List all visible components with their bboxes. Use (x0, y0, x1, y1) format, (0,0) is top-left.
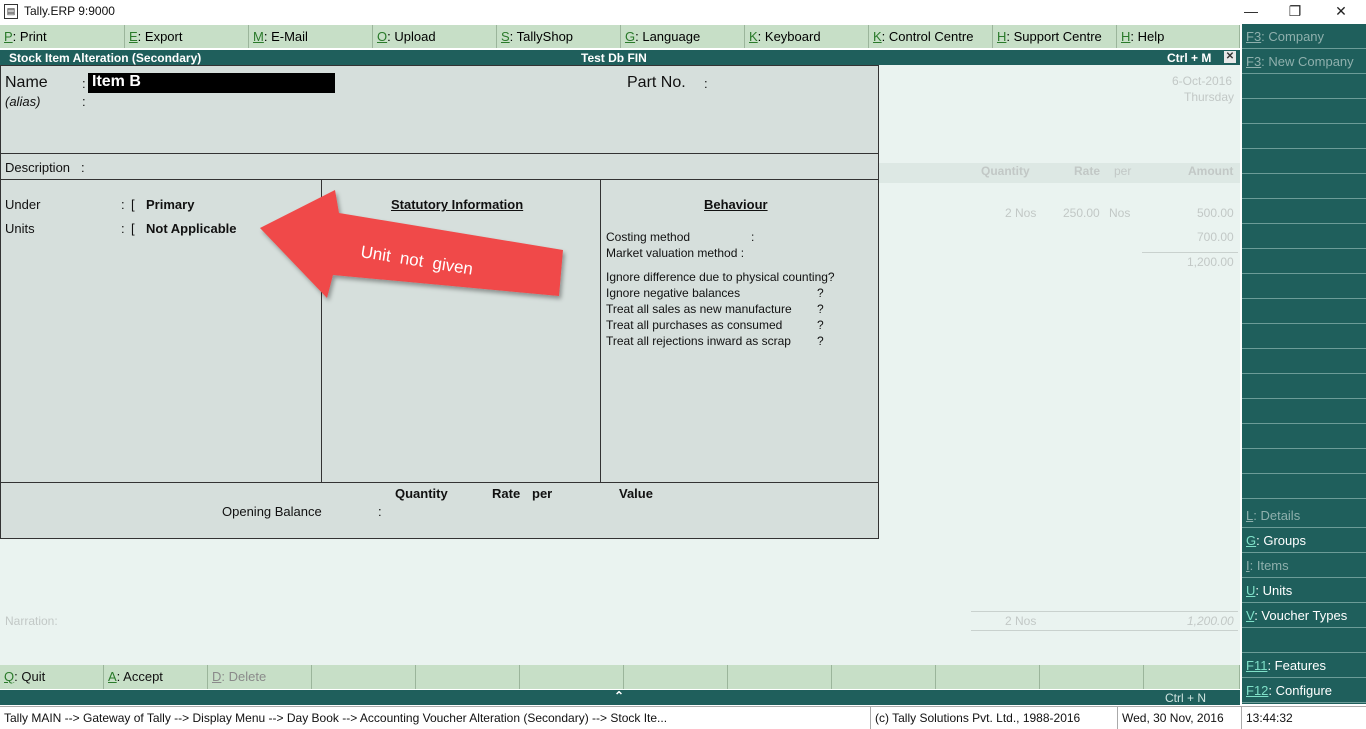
rate-header: Rate (492, 486, 521, 501)
restore-button[interactable]: ❐ (1272, 0, 1318, 24)
behaviour-sales-manufacture: Treat all sales as new manufacture (606, 302, 792, 316)
minimize-button[interactable]: — (1228, 0, 1274, 24)
under-value[interactable]: Primary (146, 197, 194, 212)
close-icon[interactable]: ✕ (1224, 51, 1236, 63)
delete-button[interactable]: D: Delete (208, 665, 312, 689)
features-button[interactable]: F11: Features (1242, 654, 1366, 678)
details-button[interactable]: L: Details (1242, 504, 1366, 528)
status-date: Wed, 30 Nov, 2016 (1118, 707, 1242, 729)
items-button[interactable]: I: Items (1242, 554, 1366, 578)
bottom-strip: ⌃ Ctrl + N (0, 689, 1240, 705)
footer-quantity: 2 Nos (1005, 614, 1037, 628)
description-label: Description (5, 160, 71, 175)
quantity-header: Quantity (395, 486, 448, 501)
units-cursor: [ (131, 221, 135, 236)
row-rate: 250.00 (1063, 206, 1100, 220)
behaviour-rejections-scrap: Treat all rejections inward as scrap (606, 334, 791, 348)
voucher-date: 6-Oct-2016 (1172, 74, 1233, 88)
email-button[interactable]: M: E-Mail (249, 25, 373, 48)
part-no-label: Part No. (627, 74, 686, 91)
behaviour-title: Behaviour (704, 197, 768, 212)
help-button[interactable]: H: Help (1117, 25, 1240, 48)
opening-balance-label: Opening Balance (222, 504, 322, 519)
screen-header: Stock Item Alteration (Secondary) Test D… (0, 50, 1240, 65)
behaviour-ignore-difference: Ignore difference due to physical counti… (606, 270, 835, 284)
col-rate: Rate (1074, 164, 1101, 178)
value-header: Value (619, 486, 653, 501)
app-icon: ▤ (4, 4, 18, 19)
configure-button[interactable]: F12: Configure (1242, 679, 1366, 703)
row-amount-2: 700.00 (1197, 230, 1234, 244)
annotation-arrow: Unit not given (260, 190, 563, 298)
bottom-button-bar: Q: Quit A: Accept D: Delete (0, 665, 1240, 689)
quit-button[interactable]: Q: Quit (0, 665, 104, 689)
export-button[interactable]: E: Export (125, 25, 249, 48)
bottom-shortcut: Ctrl + N (1165, 691, 1207, 705)
close-window-button[interactable]: ✕ (1318, 0, 1364, 24)
status-time: 13:44:32 (1246, 711, 1293, 725)
accept-button[interactable]: A: Accept (104, 665, 208, 689)
units-value[interactable]: Not Applicable (146, 221, 237, 236)
row-quantity: 2 Nos (1005, 206, 1037, 220)
behaviour-costing-method: Costing method (606, 230, 691, 244)
top-button-bar: P: Print E: Export M: E-Mail O: Upload S… (0, 25, 1240, 48)
units-label: Units (5, 221, 35, 236)
per-header: per (532, 486, 553, 501)
units-button[interactable]: U: Units (1242, 579, 1366, 603)
tallyshop-button[interactable]: S: TallyShop (497, 25, 621, 48)
under-cursor: [ (131, 197, 135, 212)
keyboard-button[interactable]: K: Keyboard (745, 25, 869, 48)
behaviour-ignore-negative: Ignore negative balances (606, 286, 741, 300)
language-button[interactable]: G: Language (621, 25, 745, 48)
row-unit: Nos (1109, 206, 1131, 220)
behaviour-purchases-consumed: Treat all purchases as consumed (606, 318, 783, 332)
groups-button[interactable]: G: Groups (1242, 529, 1366, 553)
navigation-path: Tally MAIN --> Gateway of Tally --> Disp… (0, 707, 871, 729)
copyright: (c) Tally Solutions Pvt. Ltd., 1988-2016 (871, 707, 1118, 729)
alias-label: (alias) (5, 94, 41, 109)
new-company-button[interactable]: F3: New Company (1242, 50, 1366, 74)
control-centre-button[interactable]: K: Control Centre (869, 25, 993, 48)
footer-total: 1,200.00 (1187, 614, 1234, 628)
row-amount: 500.00 (1197, 206, 1234, 220)
right-button-panel: F3: Company F3: New Company L: Details G… (1242, 24, 1366, 704)
name-input[interactable]: Item B (88, 73, 335, 93)
voucher-types-button[interactable]: V: Voucher Types (1242, 604, 1366, 628)
col-amount: Amount (1188, 164, 1234, 178)
print-button[interactable]: P: Print (0, 25, 125, 48)
company-name: Test Db FIN (581, 51, 647, 65)
voucher-day: Thursday (1184, 90, 1235, 104)
arrow-shape (260, 190, 563, 298)
window-title-bar: ▤ Tally.ERP 9:9000 — ❐ ✕ (0, 0, 1366, 24)
under-label: Under (5, 197, 41, 212)
screen-title: Stock Item Alteration (Secondary) (9, 51, 202, 65)
status-bar: Tally MAIN --> Gateway of Tally --> Disp… (0, 706, 1366, 729)
window-title: Tally.ERP 9:9000 (24, 4, 115, 18)
name-value: Item B (92, 73, 141, 90)
row-total: 1,200.00 (1187, 255, 1234, 269)
narration-label: Narration: (5, 614, 58, 628)
col-quantity: Quantity (981, 164, 1030, 178)
header-shortcut: Ctrl + M (1167, 51, 1212, 65)
name-label: Name (5, 74, 48, 91)
upload-button[interactable]: O: Upload (373, 25, 497, 48)
support-centre-button[interactable]: H: Support Centre (993, 25, 1117, 48)
col-per: per (1114, 164, 1132, 178)
company-button[interactable]: F3: Company (1242, 25, 1366, 49)
scroll-up-icon[interactable]: ⌃ (614, 689, 624, 703)
behaviour-market-valuation: Market valuation method : (606, 246, 745, 260)
